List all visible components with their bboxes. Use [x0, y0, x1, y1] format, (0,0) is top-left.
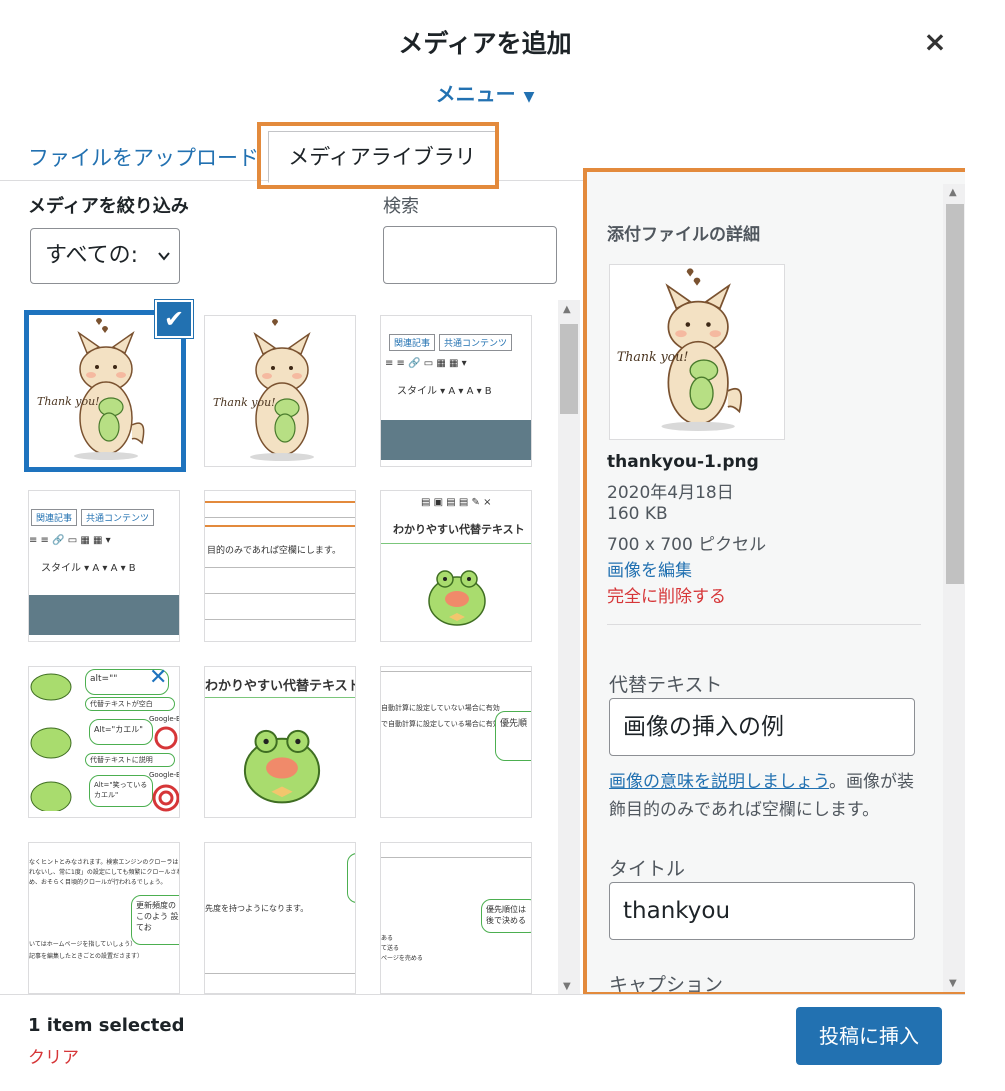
- grid-scroll-thumb[interactable]: [560, 324, 578, 414]
- circle-icon: [154, 726, 178, 750]
- toolbar-style: スタイル ▾ A ▾ A ▾ B: [41, 563, 136, 574]
- editor-bar: [381, 420, 531, 460]
- scroll-up-icon[interactable]: ▲: [563, 304, 571, 315]
- frog-image: [428, 570, 486, 626]
- frog-image: [243, 729, 321, 804]
- delete-permanently-link[interactable]: 完全に削除する: [607, 582, 726, 607]
- media-filter-select[interactable]: すべての:: [30, 228, 180, 284]
- editor-bar: [29, 595, 179, 635]
- shiba-dog-image: Thank you!: [617, 268, 743, 431]
- close-icon[interactable]: ×: [921, 28, 949, 56]
- menu-toggle[interactable]: メニュー ▼: [0, 78, 970, 107]
- details-filesize: 160 KB: [607, 504, 668, 524]
- desc-line: 目的のみであれば空欄にします。: [207, 546, 342, 556]
- media-grid: Thank you! Thank you! 関連記事 共通コンテンツ ≡ ≡ 🔗…: [24, 310, 559, 998]
- toolbar-icons: ≡ ≡ 🔗 ▭ ▦ ▦ ▾: [29, 535, 111, 546]
- toolbar-btn-related: 関連記事: [31, 509, 78, 526]
- alt-title: わかりやすい代替テキスト: [393, 523, 525, 536]
- modal-title: メディアを追加: [398, 29, 572, 58]
- selection-count: 1 item selected: [28, 1015, 185, 1036]
- caption-label: キャプション: [609, 974, 724, 996]
- selected-check-icon[interactable]: ✔: [155, 300, 193, 338]
- title-input[interactable]: thankyou: [609, 882, 915, 940]
- scroll-down-icon[interactable]: ▼: [563, 981, 571, 992]
- edit-image-link[interactable]: 画像を編集: [607, 556, 692, 581]
- filter-label: メディアを絞り込み: [28, 196, 189, 217]
- image-toolbar-icons: ▤ ▣ ▤ ▤ ✎ ×: [421, 497, 492, 508]
- media-item-alt-compare[interactable]: alt="" ✕ 代替テキストが空白 Alt="カエル" Google-Bet …: [28, 666, 180, 818]
- search-input[interactable]: [383, 226, 557, 284]
- double-circle-icon: [152, 784, 179, 812]
- title-label: タイトル: [609, 858, 686, 880]
- page-margin: [965, 0, 1005, 1091]
- insert-into-post-button[interactable]: 投稿に挿入: [796, 1007, 942, 1065]
- scroll-up-icon[interactable]: ▲: [949, 187, 957, 198]
- tab-media-library[interactable]: メディアライブラリ: [268, 131, 496, 183]
- alt-text-help-link[interactable]: 画像の意味を説明しましょう: [609, 772, 829, 792]
- grid-scrollbar[interactable]: ▲ ▼: [558, 300, 580, 996]
- media-item-priority-3[interactable]: 優先順位は 後で決める ある て送る ページを売める: [380, 842, 532, 994]
- attachment-details-panel: 添付ファイルの詳細 Thank you! thankyou-1.png 2020…: [583, 168, 979, 996]
- media-modal: メディアを追加 × メニュー ▼ ファイルをアップロード メディアライブラリ メデ…: [0, 0, 979, 1091]
- media-item-settings-1[interactable]: 目的のみであれば空欄にします。: [204, 490, 356, 642]
- svg-text:Thank you!: Thank you!: [213, 396, 276, 409]
- svg-text:Thank you!: Thank you!: [37, 395, 100, 408]
- alt-text-help: 画像の意味を説明しましょう。画像が装飾目的のみであれば空欄にします。: [609, 768, 929, 824]
- toolbar-btn-common: 共通コンテンツ: [81, 509, 155, 526]
- media-item-priority-2[interactable]: 先度を持つようになります。: [204, 842, 356, 994]
- search-label: 検索: [383, 196, 419, 217]
- chevron-down-icon: [157, 229, 171, 283]
- media-item-priority-1[interactable]: 自動計算に設定していない場合に有効 で自動計算に設定している場合に有効 優先順: [380, 666, 532, 818]
- filter-select-value: すべての:: [45, 243, 138, 268]
- caret-down-icon: ▼: [523, 89, 535, 105]
- media-item-thankyou-2[interactable]: Thank you!: [204, 315, 356, 467]
- scroll-down-icon[interactable]: ▼: [949, 978, 957, 989]
- details-filename: thankyou-1.png: [607, 452, 759, 472]
- details-dimensions: 700 x 700 ピクセル: [607, 535, 767, 555]
- details-date: 2020年4月18日: [607, 483, 734, 503]
- alt-title: わかりやすい代替テキスト: [205, 679, 356, 694]
- media-item-alt-frog-2[interactable]: わかりやすい代替テキスト: [204, 666, 356, 818]
- alt-text-input[interactable]: 画像の挿入の例: [609, 698, 915, 756]
- details-title: 添付ファイルの詳細: [607, 225, 760, 245]
- media-toolbar: 1 item selected クリア 投稿に挿入: [0, 994, 965, 1091]
- clear-selection-link[interactable]: クリア: [28, 1043, 79, 1068]
- menu-label: メニュー: [435, 82, 516, 106]
- details-scrollbar[interactable]: ▲ ▼: [943, 184, 967, 992]
- alt-text-label: 代替テキスト: [609, 674, 723, 696]
- details-thumbnail: Thank you!: [609, 264, 785, 440]
- toolbar-btn-related: 関連記事: [389, 334, 436, 351]
- cross-icon: ✕: [149, 666, 168, 690]
- media-item-editor-toolbar-2[interactable]: 関連記事 共通コンテンツ ≡ ≡ 🔗 ▭ ▦ ▦ ▾ スタイル ▾ A ▾ A ▾…: [28, 490, 180, 642]
- details-scroll-thumb[interactable]: [946, 204, 964, 584]
- frog-images: [30, 673, 72, 811]
- tab-upload-files[interactable]: ファイルをアップロード: [28, 142, 259, 172]
- toolbar-icons: ≡ ≡ 🔗 ▭ ▦ ▦ ▾: [385, 358, 467, 369]
- shiba-dog-image: Thank you!: [213, 319, 314, 461]
- media-item-editor-toolbar-1[interactable]: 関連記事 共通コンテンツ ≡ ≡ 🔗 ▭ ▦ ▦ ▾ スタイル ▾ A ▾ A ▾…: [380, 315, 532, 467]
- svg-text:Thank you!: Thank you!: [617, 349, 689, 364]
- media-item-alt-frog-1[interactable]: ▤ ▣ ▤ ▤ ✎ × わかりやすい代替テキスト: [380, 490, 532, 642]
- toolbar-btn-common: 共通コンテンツ: [439, 334, 513, 351]
- media-item-update-freq[interactable]: なくヒントとみなされます。検索エンジンのクローラはこの設定を尊重に れないし、常…: [28, 842, 180, 994]
- details-divider: [607, 624, 921, 625]
- toolbar-style: スタイル ▾ A ▾ A ▾ B: [397, 386, 492, 397]
